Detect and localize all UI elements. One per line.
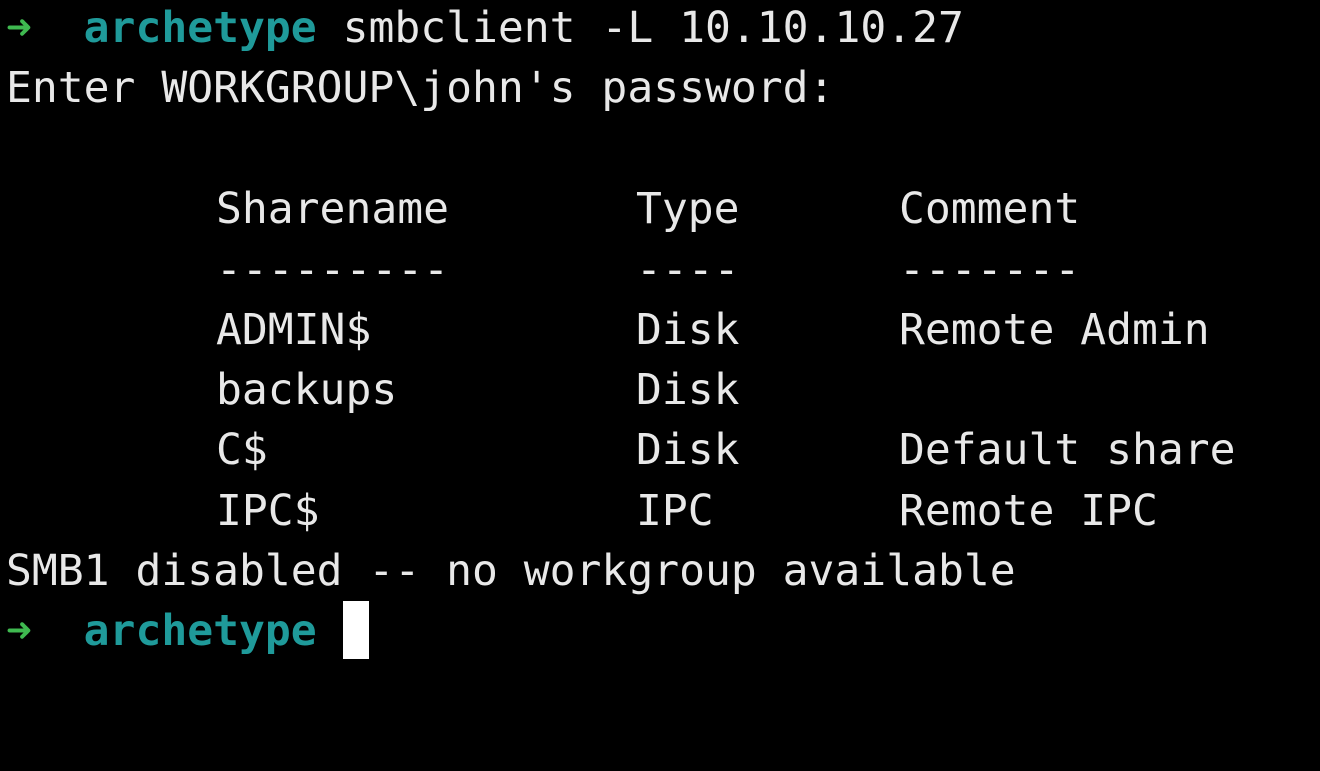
status-message: SMB1 disabled -- no workgroup available (6, 546, 1016, 596)
table-row: C$ Disk Default share (6, 420, 1236, 480)
share-type: Disk (636, 425, 740, 475)
prompt-directory: archetype (83, 3, 317, 53)
table-separator-row: --------- ---- ------- (6, 240, 1080, 300)
table-row: IPC$ IPC Remote IPC (6, 481, 1158, 541)
share-comment: Remote Admin (899, 305, 1210, 355)
share-name: ADMIN$ (216, 305, 372, 355)
separator-sharename: --------- (216, 245, 449, 295)
prompt-arrow-icon: ➜ (6, 3, 32, 53)
terminal-window[interactable]: ➜ archetype smbclient -L 10.10.10.27 Ent… (0, 0, 1320, 771)
command-text: smbclient -L 10.10.10.27 (342, 3, 964, 53)
share-name: IPC$ (216, 486, 320, 536)
share-comment: Default share (899, 425, 1236, 475)
header-comment: Comment (899, 184, 1081, 234)
share-name: C$ (216, 425, 268, 475)
share-name: backups (216, 365, 398, 415)
table-header-row: Sharename Type Comment (6, 179, 1080, 239)
share-type: Disk (636, 365, 740, 415)
password-prompt: Enter WORKGROUP\john's password: (6, 63, 835, 113)
header-type: Type (636, 184, 740, 234)
active-prompt-line[interactable]: ➜ archetype (6, 601, 369, 661)
text-cursor[interactable] (342, 601, 369, 659)
share-type: IPC (636, 486, 714, 536)
command-line: ➜ archetype smbclient -L 10.10.10.27 (6, 0, 964, 58)
separator-type: ---- (636, 245, 740, 295)
share-comment: Remote IPC (899, 486, 1158, 536)
share-type: Disk (636, 305, 740, 355)
prompt-arrow-icon: ➜ (6, 606, 32, 656)
header-sharename: Sharename (216, 184, 449, 234)
separator-comment: ------- (899, 245, 1081, 295)
table-row: ADMIN$ Disk Remote Admin (6, 300, 1210, 360)
table-row: backups Disk (6, 360, 740, 420)
prompt-directory: archetype (83, 606, 317, 656)
